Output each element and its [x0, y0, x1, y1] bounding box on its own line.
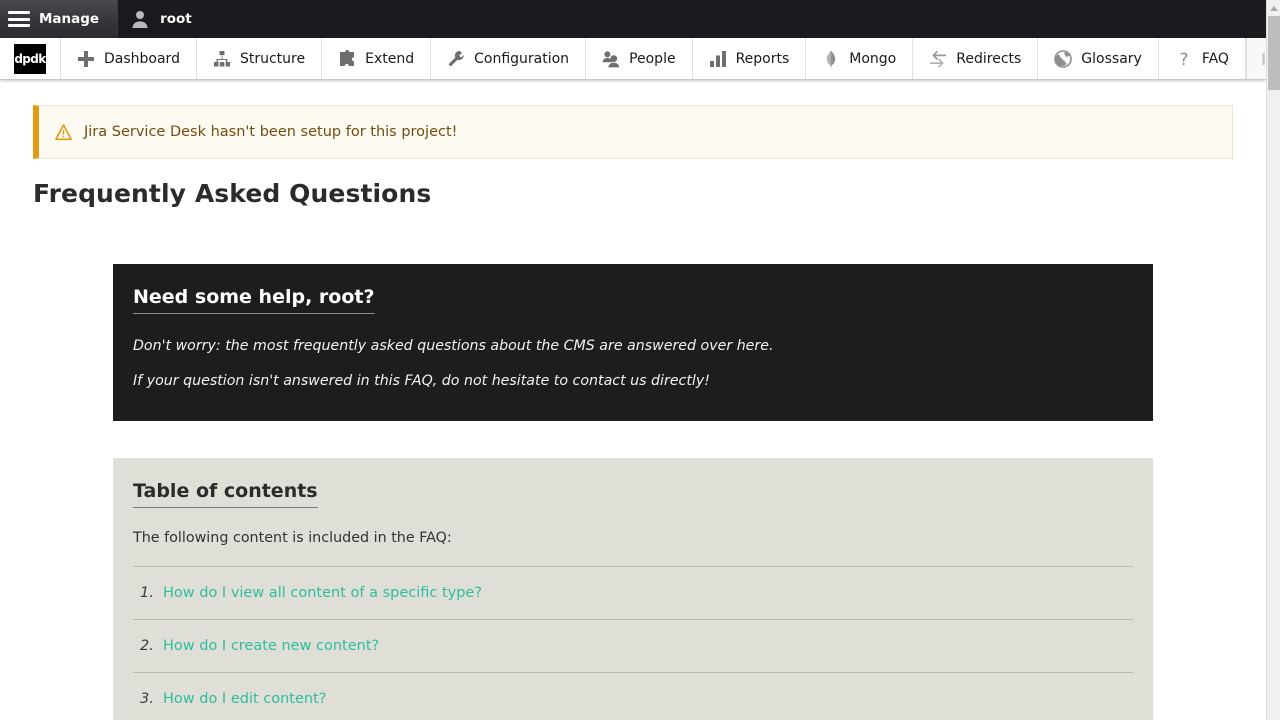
nav-item-mongo[interactable]: Mongo — [806, 38, 914, 79]
toc-intro-text: The following content is included in the… — [133, 530, 452, 546]
brand-logo-link[interactable]: dpdk — [0, 38, 61, 79]
nav-item-structure[interactable]: Structure — [197, 38, 323, 79]
nav-label: Configuration — [474, 50, 570, 67]
nav-item-dashboard[interactable]: Dashboard — [61, 38, 197, 79]
toc-list: 1. How do I view all content of a specif… — [133, 566, 1133, 720]
warning-message-text: Jira Service Desk hasn't been setup for … — [84, 124, 458, 140]
help-panel-heading: Need some help, root? — [133, 286, 375, 314]
table-of-contents-panel: Table of contents The following content … — [113, 458, 1153, 720]
swap-arrows-icon — [930, 50, 947, 68]
list-item: 1. How do I view all content of a specif… — [133, 566, 1133, 619]
user-avatar-icon — [132, 11, 148, 28]
sitemap-icon — [213, 50, 231, 66]
brand-logo: dpdk — [14, 43, 46, 74]
toc-item-link[interactable]: How do I create new content? — [163, 638, 379, 654]
page-content: Jira Service Desk hasn't been setup for … — [0, 80, 1266, 720]
svg-text:?: ? — [1179, 50, 1188, 68]
page-title: Frequently Asked Questions — [33, 179, 432, 208]
nav-label: Glossary — [1081, 50, 1142, 67]
wrench-icon — [448, 50, 464, 66]
globe-icon — [1054, 49, 1073, 68]
list-item: 2. How do I create new content? — [133, 619, 1133, 672]
toc-item-link[interactable]: How do I edit content? — [163, 691, 326, 707]
toc-item-link[interactable]: How do I view all content of a specific … — [163, 585, 482, 601]
plus-icon — [78, 50, 94, 67]
help-panel-paragraph-1: Don't worry: the most frequently asked q… — [133, 338, 774, 354]
help-panel: Need some help, root? Don't worry: the m… — [113, 264, 1153, 421]
nav-label: Redirects — [956, 50, 1022, 67]
nav-item-reports[interactable]: Reports — [693, 38, 807, 79]
warning-message: Jira Service Desk hasn't been setup for … — [33, 105, 1233, 159]
nav-item-glossary[interactable]: Glossary — [1038, 38, 1159, 79]
admin-navigation-bar: dpdk Dashboard Structure Extend Configur… — [0, 38, 1280, 80]
nav-item-redirects[interactable]: Redirects — [913, 38, 1039, 79]
puzzle-piece-icon — [340, 49, 355, 66]
user-account-button[interactable]: root — [117, 0, 206, 38]
toc-item-number: 3. — [140, 691, 154, 707]
bar-chart-icon — [709, 50, 726, 67]
nav-label: Dashboard — [104, 50, 180, 67]
toc-item-number: 2. — [140, 638, 154, 654]
scroll-up-arrow-icon[interactable] — [1267, 3, 1280, 15]
manage-label: Manage — [39, 11, 100, 27]
toc-heading: Table of contents — [133, 480, 318, 508]
nav-item-people[interactable]: People — [586, 38, 693, 79]
people-icon — [602, 50, 620, 67]
nav-label: Reports — [735, 50, 790, 67]
warning-triangle-icon — [55, 123, 72, 140]
admin-toolbar: Manage root — [0, 0, 1266, 38]
nav-item-faq[interactable]: ? FAQ — [1159, 38, 1246, 79]
mongo-leaf-icon — [827, 50, 836, 68]
question-mark-icon: ? — [1179, 50, 1188, 68]
help-panel-paragraph-2: If your question isn't answered in this … — [133, 373, 710, 389]
nav-label: Structure — [239, 50, 306, 67]
user-label: root — [160, 11, 192, 27]
vertical-scrollbar[interactable] — [1266, 0, 1280, 720]
nav-label: FAQ — [1201, 50, 1229, 67]
manage-menu-button[interactable]: Manage — [0, 0, 118, 38]
list-item: 3. How do I edit content? — [133, 672, 1133, 720]
scrollbar-thumb[interactable] — [1268, 16, 1280, 90]
nav-item-extend[interactable]: Extend — [322, 38, 432, 79]
nav-item-configuration[interactable]: Configuration — [431, 38, 587, 79]
toc-item-number: 1. — [140, 585, 154, 601]
nav-label: Mongo — [849, 50, 897, 67]
nav-label: Extend — [365, 50, 415, 67]
hamburger-menu-icon — [8, 11, 30, 27]
nav-label: People — [629, 50, 676, 67]
messages-region: Jira Service Desk hasn't been setup for … — [0, 80, 1266, 159]
